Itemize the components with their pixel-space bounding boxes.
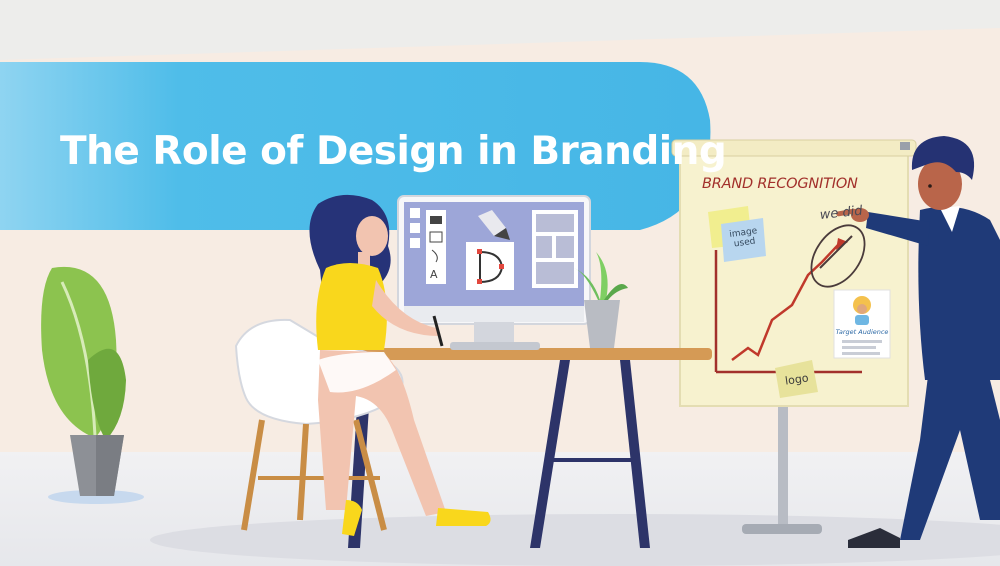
target-audience-card-label: Target Audience: [835, 328, 889, 336]
flipchart-heading: BRAND RECOGNITION: [702, 176, 858, 192]
svg-text:A: A: [430, 268, 438, 281]
illustration-scene: A The Role of Design in Branding BRAND R…: [0, 0, 1000, 566]
sticky-note-image-used: image used: [728, 226, 758, 250]
page-title: The Role of Design in Branding: [60, 129, 727, 174]
scene-artwork: A: [0, 0, 1000, 566]
